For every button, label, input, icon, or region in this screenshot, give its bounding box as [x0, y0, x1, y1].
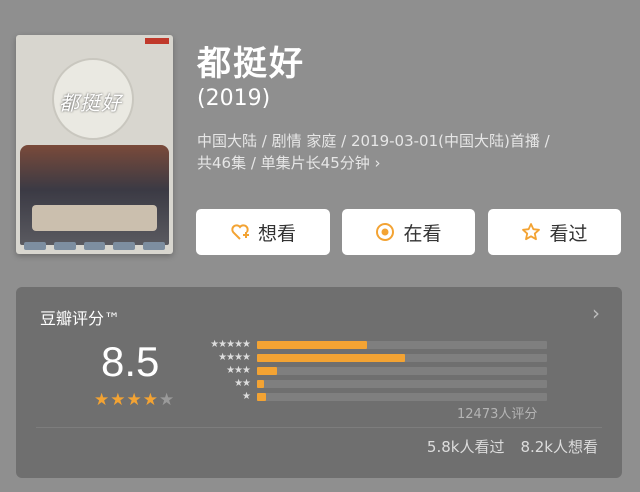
- rating-score: 8.5: [101, 338, 160, 385]
- distribution-star-label: ★★★★★: [210, 339, 251, 350]
- poster-corner-logo: [145, 38, 169, 44]
- distribution-track: [257, 367, 547, 375]
- meta-info[interactable]: 中国大陆 / 剧情 家庭 / 2019-03-01(中国大陆)首播 / 共46集…: [197, 130, 617, 174]
- poster-broadcaster-logos: [24, 242, 165, 250]
- watched-count[interactable]: 5.8k人看过: [427, 436, 505, 457]
- rating-source-label: 豆瓣评分™: [40, 309, 121, 328]
- distribution-star-label: ★: [242, 391, 251, 402]
- poster-title-art: 都挺好: [59, 91, 122, 115]
- star-filled-icon: ★: [110, 390, 126, 410]
- distribution-track: [257, 380, 547, 388]
- distribution-track: [257, 354, 547, 362]
- meta-line-1: 中国大陆 / 剧情 家庭 / 2019-03-01(中国大陆)首播 /: [197, 132, 550, 150]
- watched-button[interactable]: 看过: [488, 209, 621, 255]
- rating-count: 12473人评分: [457, 407, 538, 422]
- distribution-star-label: ★★★★: [218, 352, 251, 363]
- distribution-star-label: ★★: [234, 378, 251, 389]
- poster-image[interactable]: 都挺好: [16, 35, 173, 254]
- poster-sofa: [32, 205, 157, 231]
- chevron-right-icon[interactable]: ›: [592, 301, 600, 325]
- star-filled-icon: ★: [94, 390, 110, 410]
- star-filled-icon: ★: [142, 390, 158, 410]
- star-empty-icon: ★: [159, 390, 175, 410]
- want-to-watch-label: 想看: [257, 222, 296, 245]
- rating-card[interactable]: 豆瓣评分™ › 8.5 ★ ★ ★ ★ ★ ★★★★★ ★★★★ ★★★ ★★ ★ 12473人…: [16, 287, 622, 478]
- heart-plus-icon: [230, 222, 250, 242]
- want-count[interactable]: 8.2k人想看: [520, 436, 598, 457]
- rating-stars: ★ ★ ★ ★ ★: [94, 392, 174, 409]
- distribution-bar: [257, 380, 264, 388]
- distribution-bar: [257, 354, 405, 362]
- distribution-track: [257, 341, 547, 349]
- watching-label: 在看: [403, 222, 442, 245]
- star-filled-icon: ★: [126, 390, 142, 410]
- divider: [36, 427, 602, 428]
- distribution-track: [257, 393, 547, 401]
- meta-line-2: 共46集 / 单集片长45分钟 ›: [197, 154, 381, 172]
- distribution-star-label: ★★★: [226, 365, 251, 376]
- distribution-bar: [257, 367, 277, 375]
- distribution-bar: [257, 341, 367, 349]
- release-year: (2019): [197, 86, 271, 111]
- star-outline-icon: [521, 222, 541, 242]
- rating-footer: 5.8k人看过 8.2k人想看: [427, 436, 598, 457]
- page-title: 都挺好: [197, 44, 305, 84]
- want-to-watch-button[interactable]: 想看: [196, 209, 330, 255]
- watching-button[interactable]: 在看: [342, 209, 475, 255]
- target-circle-icon: [375, 222, 395, 242]
- watched-label: 看过: [549, 222, 588, 245]
- distribution-bar: [257, 393, 266, 401]
